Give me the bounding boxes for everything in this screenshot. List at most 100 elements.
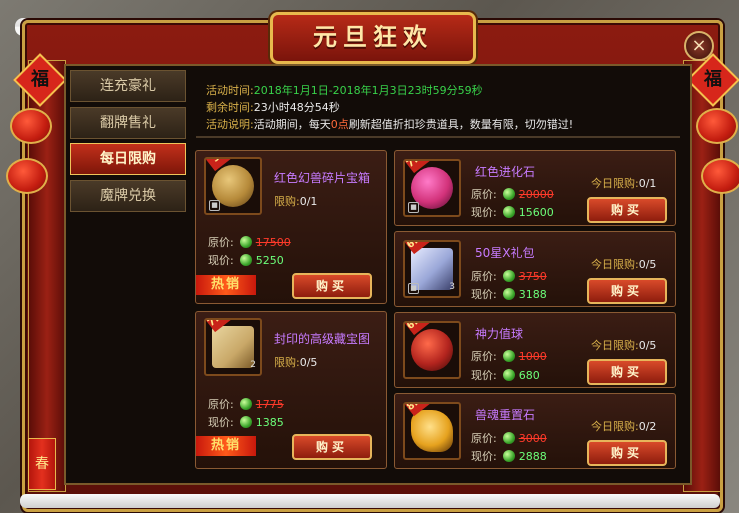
original-price-value: 3000 bbox=[518, 432, 547, 445]
lock-icon: ■ bbox=[209, 200, 220, 211]
event-desc-text: 活动期间，每天 bbox=[253, 118, 331, 131]
item-icon[interactable]: 7.8折 2 bbox=[204, 318, 262, 376]
coin-icon bbox=[239, 236, 252, 248]
today-limit-value: 0/5 bbox=[638, 258, 657, 271]
coin-icon bbox=[239, 398, 252, 410]
firecracker-label: 春 bbox=[35, 456, 49, 472]
coin-icon bbox=[502, 206, 515, 218]
item-name: 50星X礼包 bbox=[475, 246, 535, 260]
original-price: 原价: 1775 bbox=[208, 397, 284, 412]
event-desc-highlight: 0点 bbox=[330, 118, 349, 131]
item-card: 7.8折 ■ 红色进化石 今日限购:0/1 原价:20000 现价:15600 … bbox=[394, 150, 676, 226]
current-price: 现价: 1385 bbox=[208, 415, 284, 430]
buy-button[interactable]: 购买 bbox=[587, 359, 667, 385]
coin-icon bbox=[502, 432, 515, 444]
item-name: 封印的高级藏宝图 bbox=[274, 332, 371, 346]
hot-sale-badge: 热销 bbox=[196, 436, 256, 456]
fu-charm-label: 福 bbox=[704, 69, 722, 90]
close-button[interactable]: × bbox=[684, 31, 714, 61]
buy-button[interactable]: 购买 bbox=[587, 278, 667, 304]
item-card: 6.8折 ■ 3 50星X礼包 今日限购:0/5 原价: 3750 现价: 3188… bbox=[394, 231, 676, 307]
coin-icon bbox=[502, 188, 515, 200]
today-limit-value: 0/5 bbox=[638, 339, 657, 352]
item-card: 6.8折 神力值球 今日限购:0/5 原价: 1000 现价: 680 购买 bbox=[394, 312, 676, 388]
today-limit: 今日限购:0/5 bbox=[591, 256, 656, 272]
event-info: 活动时间:2018年1月1日-2018年1月3日23时59分59秒 剩余时间:2… bbox=[206, 82, 573, 133]
item-card: 7.8折 2 封印的高级藏宝图 限购:0/5 原价: 1775 现价: 1385 热… bbox=[195, 311, 387, 469]
purchase-limit-value: 0/5 bbox=[299, 356, 318, 369]
divider bbox=[196, 136, 680, 138]
coin-icon bbox=[502, 288, 515, 300]
today-limit-label: 今日限购: bbox=[591, 420, 639, 433]
original-price: 原价: 17500 bbox=[208, 235, 291, 250]
current-price-value: 1385 bbox=[255, 416, 284, 429]
purchase-limit: 限购:0/1 bbox=[274, 193, 317, 209]
item-name: 红色幻兽碎片宝箱 bbox=[274, 171, 371, 185]
current-price-label: 现价: bbox=[471, 206, 497, 219]
game-scene: 福 福 春 元旦狂欢 × 连充豪礼 翻牌售礼 每日限购 魔牌兑换 活动时间:20… bbox=[0, 0, 739, 513]
current-price: 现价: 5250 bbox=[208, 253, 284, 268]
item-icon[interactable]: 3折 ■ bbox=[204, 157, 262, 215]
remaining-time-value: 23小时48分54秒 bbox=[253, 101, 340, 114]
item-name: 红色进化石 bbox=[475, 165, 536, 179]
current-price-value: 3188 bbox=[518, 288, 547, 301]
current-price: 现价: 15600 bbox=[471, 205, 554, 220]
original-price-label: 原价: bbox=[471, 432, 497, 445]
snow-bottom-decoration bbox=[20, 494, 720, 508]
sidebar-item-recharge-gift[interactable]: 连充豪礼 bbox=[70, 70, 186, 102]
current-price: 现价: 680 bbox=[471, 368, 540, 383]
buy-button[interactable]: 购买 bbox=[292, 434, 372, 460]
item-icon[interactable]: 7.8折 ■ bbox=[403, 159, 461, 217]
original-price-value: 1000 bbox=[518, 350, 547, 363]
item-card: 3折 ■ 红色幻兽碎片宝箱 限购:0/1 原价: 17500 现价: 5250 热销… bbox=[195, 150, 387, 304]
sidebar-item-daily-limit[interactable]: 每日限购 bbox=[70, 143, 186, 175]
event-desc-row: 活动说明:活动期间，每天0点刷新超值折扣珍贵道具，数量有限，切勿错过! bbox=[206, 116, 573, 133]
original-price: 原价: 3000 bbox=[471, 431, 547, 446]
firecracker-decoration: 春 bbox=[28, 438, 56, 490]
buy-button[interactable]: 购买 bbox=[292, 273, 372, 299]
original-price: 原价: 20000 bbox=[471, 187, 554, 202]
item-count: 2 bbox=[250, 360, 256, 370]
item-icon[interactable]: 6.8折 bbox=[403, 321, 461, 379]
today-limit: 今日限购:0/5 bbox=[591, 337, 656, 353]
current-price-label: 现价: bbox=[208, 416, 234, 429]
purchase-limit-label: 限购: bbox=[274, 356, 300, 369]
item-count: 3 bbox=[449, 282, 455, 292]
lantern-icon bbox=[696, 108, 738, 144]
item-icon[interactable]: 6.8折 ■ 3 bbox=[403, 240, 461, 298]
purchase-limit: 限购:0/5 bbox=[274, 354, 317, 370]
original-price-label: 原价: bbox=[208, 398, 234, 411]
lock-icon: ■ bbox=[408, 283, 419, 294]
purchase-limit-value: 0/1 bbox=[299, 195, 318, 208]
event-desc-label: 活动说明: bbox=[206, 118, 254, 131]
buy-button[interactable]: 购买 bbox=[587, 440, 667, 466]
original-price: 原价: 1000 bbox=[471, 349, 547, 364]
event-desc-text: 刷新超值折扣珍贵道具，数量有限，切勿错过! bbox=[348, 118, 574, 131]
remaining-time-row: 剩余时间:23小时48分54秒 bbox=[206, 99, 573, 116]
event-time-value: 2018年1月1日-2018年1月3日23时59分59秒 bbox=[253, 84, 483, 97]
lantern-icon bbox=[6, 158, 48, 194]
window-title-text: 元旦狂欢 bbox=[313, 22, 433, 51]
hot-sale-badge: 热销 bbox=[196, 275, 256, 295]
sidebar-item-flip-card-sale[interactable]: 翻牌售礼 bbox=[70, 107, 186, 139]
current-price-label: 现价: bbox=[471, 288, 497, 301]
item-icon[interactable]: 8.3折 bbox=[403, 402, 461, 460]
treasure-map-icon bbox=[212, 326, 254, 368]
coin-icon bbox=[502, 270, 515, 282]
sidebar-item-magic-card-exchange[interactable]: 魔牌兑换 bbox=[70, 180, 186, 212]
buy-button[interactable]: 购买 bbox=[587, 197, 667, 223]
current-price-label: 现价: bbox=[208, 254, 234, 267]
current-price-value: 5250 bbox=[255, 254, 284, 267]
current-price: 现价: 2888 bbox=[471, 449, 547, 464]
item-card: 8.3折 兽魂重置石 今日限购:0/2 原价: 3000 现价: 2888 购买 bbox=[394, 393, 676, 469]
coin-icon bbox=[239, 416, 252, 428]
lantern-icon bbox=[10, 108, 52, 144]
original-price: 原价: 3750 bbox=[471, 269, 547, 284]
current-price: 现价: 3188 bbox=[471, 287, 547, 302]
today-limit-value: 0/1 bbox=[638, 177, 657, 190]
today-limit-label: 今日限购: bbox=[591, 339, 639, 352]
item-name: 兽魂重置石 bbox=[475, 408, 536, 422]
divine-power-orb-icon bbox=[411, 329, 453, 371]
original-price-label: 原价: bbox=[208, 236, 234, 249]
today-limit: 今日限购:0/1 bbox=[591, 175, 656, 191]
